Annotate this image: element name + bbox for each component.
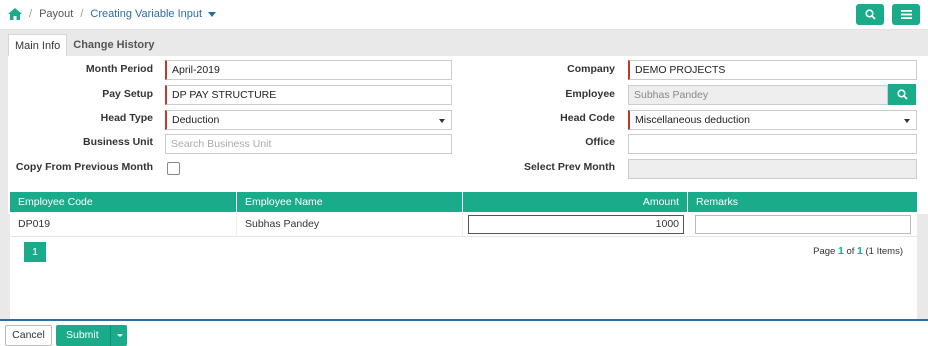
pay-setup-label: Pay Setup	[102, 88, 153, 100]
breadcrumb-payout[interactable]: Payout	[39, 8, 73, 20]
chevron-down-icon[interactable]	[208, 11, 217, 17]
submit-dropdown-toggle[interactable]	[110, 325, 127, 346]
main-info-panel: Month Period Pay Setup Head Type Busines…	[8, 56, 928, 214]
submit-label: Submit	[66, 329, 99, 341]
hamburger-menu-icon	[900, 10, 912, 19]
search-icon	[864, 9, 876, 20]
copy-prev-month-checkbox[interactable]	[167, 162, 180, 175]
tab-bar: Main Info Change History	[8, 34, 161, 56]
employee-label: Employee	[565, 88, 615, 100]
employee-grid: Employee Code Employee Name Amount Remar…	[10, 192, 917, 319]
business-unit-label: Business Unit	[82, 136, 153, 148]
remarks-input[interactable]	[695, 215, 911, 234]
submit-button[interactable]: Submit	[56, 325, 127, 346]
tab-change-history[interactable]: Change History	[67, 34, 160, 56]
office-label: Office	[585, 136, 615, 148]
company-label: Company	[567, 63, 615, 75]
page-1-button[interactable]: 1	[24, 242, 46, 262]
employee-field[interactable]: Subhas Pandey	[628, 85, 888, 105]
breadcrumb-current[interactable]: Creating Variable Input	[90, 8, 202, 20]
menu-button[interactable]	[892, 4, 920, 25]
select-prev-month-field[interactable]	[628, 159, 917, 179]
search-icon	[896, 89, 908, 100]
tab-main-info[interactable]: Main Info	[8, 34, 68, 56]
pay-setup-field[interactable]: DP PAY STRUCTURE	[165, 85, 452, 105]
cancel-button[interactable]: Cancel	[5, 325, 52, 346]
office-field[interactable]	[628, 134, 917, 154]
column-employee-name[interactable]: Employee Name	[237, 192, 463, 212]
amount-input[interactable]: 1000	[468, 215, 684, 234]
business-unit-search-input[interactable]: Search Business Unit	[165, 134, 452, 154]
head-type-select[interactable]: Deduction	[165, 110, 452, 130]
footer-bar: Cancel Submit	[0, 319, 928, 346]
home-icon[interactable]	[8, 8, 22, 20]
search-button[interactable]	[856, 4, 884, 25]
month-period-field[interactable]: April-2019	[165, 60, 452, 80]
table-row[interactable]: DP019 Subhas Pandey 1000	[10, 212, 917, 237]
copy-prev-month-label: Copy From Previous Month	[15, 161, 153, 173]
column-employee-code[interactable]: Employee Code	[10, 192, 237, 212]
head-code-select[interactable]: Miscellaneous deduction	[628, 110, 917, 130]
employee-search-button[interactable]	[888, 84, 916, 105]
top-bar: / Payout / Creating Variable Input	[0, 0, 928, 30]
head-type-label: Head Type	[100, 112, 153, 124]
grid-header: Employee Code Employee Name Amount Remar…	[10, 192, 917, 212]
content-area: Main Info Change History Month Period Pa…	[0, 30, 928, 319]
month-period-label: Month Period	[85, 63, 153, 75]
cell-employee-name: Subhas Pandey	[237, 212, 463, 237]
page-info: Page 1 of 1 (1 Items)	[813, 245, 903, 257]
cell-employee-code: DP019	[10, 212, 237, 237]
head-code-label: Head Code	[560, 112, 615, 124]
column-amount[interactable]: Amount	[463, 192, 688, 212]
breadcrumb: / Payout / Creating Variable Input	[8, 8, 217, 20]
column-remarks[interactable]: Remarks	[688, 192, 917, 212]
select-prev-month-label: Select Prev Month	[523, 161, 615, 173]
company-field[interactable]: DEMO PROJECTS	[628, 60, 917, 80]
